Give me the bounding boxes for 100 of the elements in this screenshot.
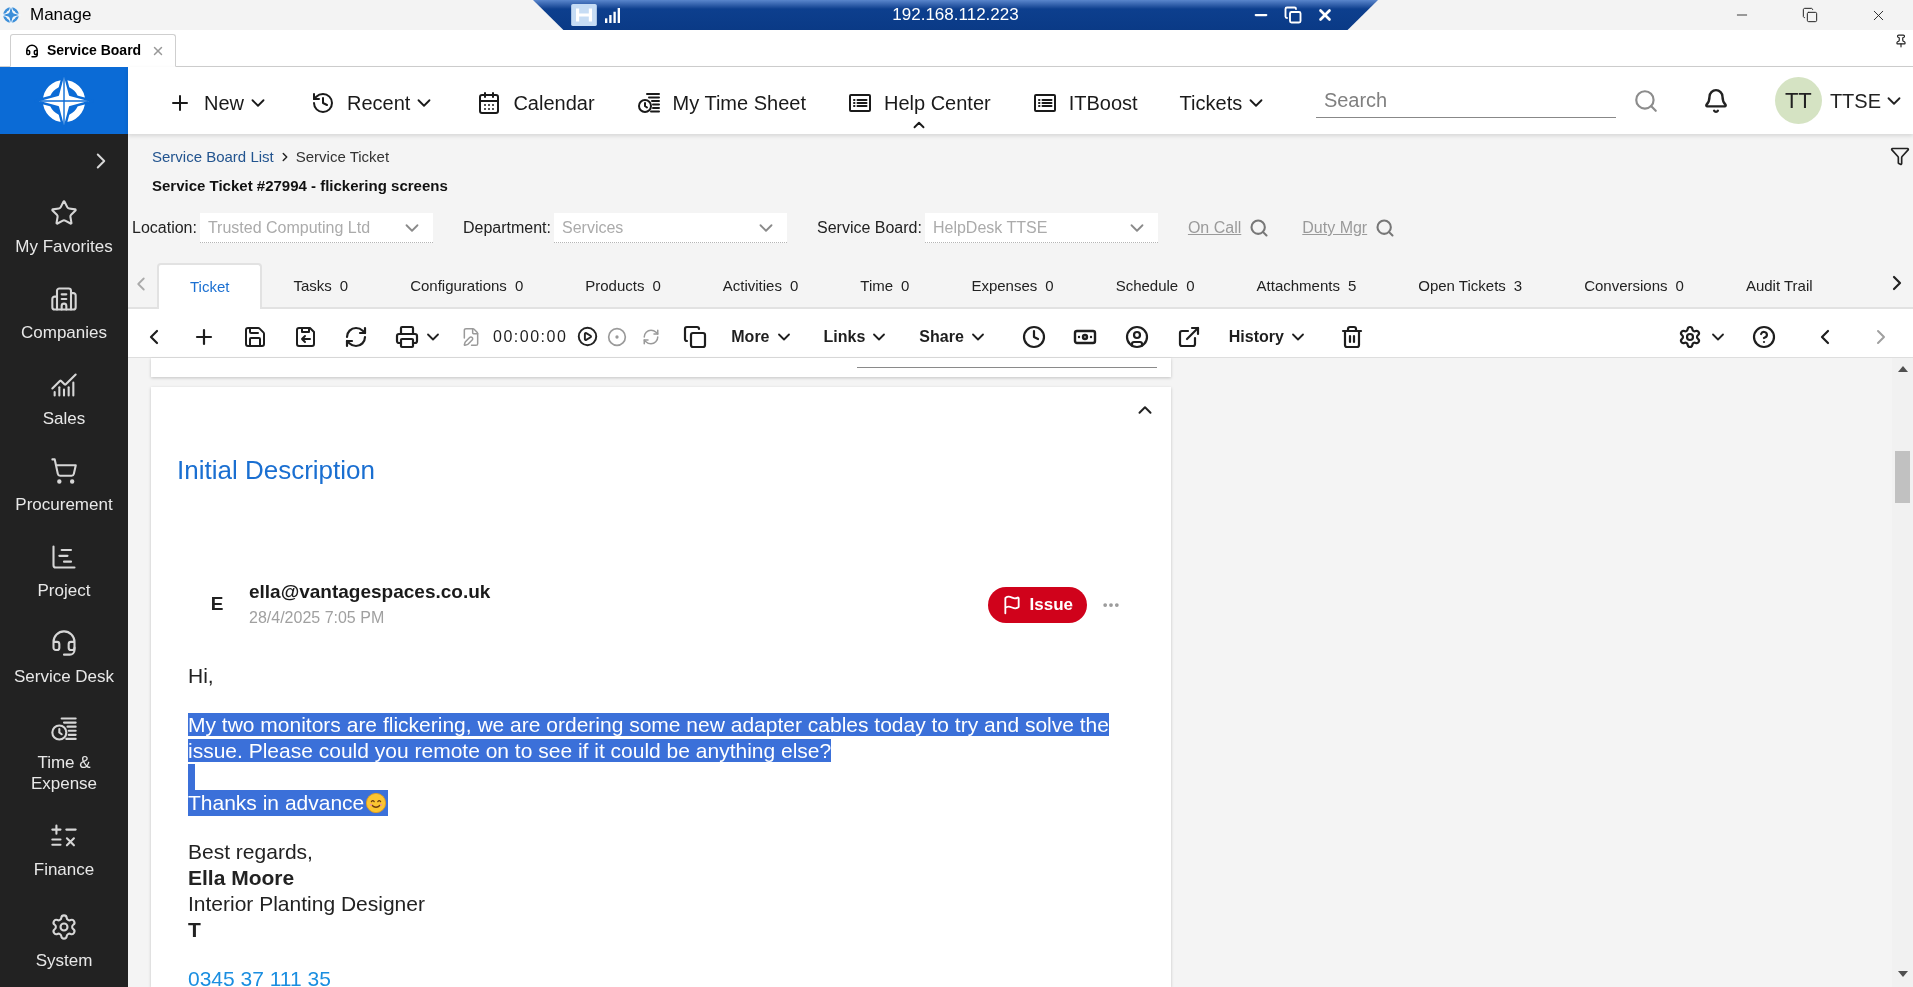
nav-item[interactable]: Recent [311,90,436,115]
sidebar-item[interactable]: Finance [33,822,95,880]
close-icon[interactable] [1316,6,1334,24]
ticket-tab[interactable]: Activities 0 [691,263,830,309]
circle-dot-icon[interactable] [607,326,628,347]
field-label: Department: [462,218,551,238]
dropdown-button[interactable]: History [1228,324,1308,349]
user-menu[interactable]: TTSE [1829,85,1905,116]
copy-icon[interactable] [683,324,708,349]
clock-list-icon [50,715,78,743]
calendar-icon [477,90,502,115]
field-label: Service Board: [817,218,922,238]
dropdown-button[interactable]: More [731,324,794,349]
save-arrow-icon[interactable] [294,324,318,349]
ticket-tab[interactable]: Conversions 0 [1553,263,1715,309]
message-text: issue. Please could you remote on to see if it could be anything else? [188,739,832,762]
remote-address: 192.168.112.223 [892,5,1019,25]
h-tile-icon[interactable] [570,4,598,26]
search-field[interactable]: Search [1315,83,1616,118]
flag-icon [1001,594,1022,615]
scroll-down-icon[interactable] [1897,971,1908,977]
search-icon[interactable] [1375,218,1396,238]
history-icon [311,90,335,115]
breadcrumb-current: Service Ticket [295,146,390,167]
search-icon[interactable] [1249,218,1270,238]
ticket-tab[interactable]: Open Tickets 3 [1387,263,1554,309]
nav-item[interactable]: Calendar [477,90,595,115]
app-tab[interactable]: Service Board [10,34,177,67]
nav-item[interactable]: ITBoost [1032,90,1138,115]
ticket-tab[interactable]: Tasks 0 [262,263,380,309]
section-title: Initial Description [176,454,376,486]
breadcrumb-link[interactable]: Service Board List [152,145,274,169]
sidebar-item[interactable]: Sales [42,371,86,429]
dropdown-button[interactable]: Links [823,324,890,349]
scrollbar-thumb[interactable] [1895,451,1910,503]
message-text: Hi, [188,664,214,687]
message-text: Ella Moore [188,866,295,889]
ticket-tab[interactable]: Schedule 0 [1084,263,1226,309]
sender-email: ella@vantagespaces.co.uk [249,580,491,604]
page-title: Service Ticket #27994 - flickering screens [151,176,449,196]
ticket-tab[interactable]: Configurations 0 [379,263,555,309]
play-icon[interactable] [577,326,599,347]
file-pen-icon[interactable] [461,326,481,347]
message-date: 28/4/2025 7:05 PM [249,608,386,628]
settings-icon [50,913,78,941]
gantt-chart-icon [50,543,78,571]
sidebar-item[interactable]: Service Desk [13,629,115,687]
nav-item[interactable]: New [168,90,269,115]
save-icon[interactable] [243,324,267,349]
nav-item[interactable]: Tickets [1179,90,1268,115]
message-text: Thanks in advance [188,790,365,816]
bar-chart-icon [50,371,78,399]
sidebar-item[interactable]: Companies [21,285,107,343]
search-icon[interactable] [1632,87,1659,114]
external-link-icon[interactable] [1176,324,1201,349]
help-icon[interactable] [1752,324,1776,349]
headset-icon [50,629,78,657]
printer-icon [395,324,419,349]
field-label: Location: [132,218,197,238]
clock-icon[interactable] [1021,324,1046,349]
headset-icon [25,43,39,58]
sidebar-item[interactable]: Time & Expense [8,715,120,794]
tag[interactable]: Issue [987,586,1087,623]
message-text: T [188,918,201,941]
bell-icon[interactable] [1702,87,1729,114]
refresh-icon[interactable] [344,324,368,349]
ticket-tab[interactable]: Ticket [157,263,263,309]
filter-icon[interactable] [1890,146,1910,166]
dropdown-button[interactable]: Share [919,324,988,349]
restore-icon[interactable] [1802,7,1818,23]
sidebar-item[interactable]: My Favorites [15,199,113,257]
window-title: Manage [30,5,92,25]
app-logo[interactable] [0,67,128,134]
pin-icon[interactable] [1894,34,1908,48]
ticket-tab[interactable]: Attachments 5 [1225,263,1388,309]
settings-icon [1678,324,1702,349]
restore-icon[interactable] [1284,6,1302,24]
nav-item[interactable]: Help Center [847,90,991,115]
ticket-tab[interactable]: Products 0 [554,263,692,309]
building-icon [50,285,78,313]
sender-initial: E [209,592,225,617]
timer: 00:00:00 [493,326,568,347]
phone-link[interactable]: 0345 37 111 35 [188,967,331,987]
signal-icon [605,7,620,23]
scroll-up-icon[interactable] [1897,366,1908,372]
message-text: My two monitors are flickering, we are ordering some new adapter cables today to try and solve the [188,713,1109,736]
sidebar-item[interactable]: Project [37,543,91,601]
nav-item[interactable]: My Time Sheet [636,90,806,115]
sidebar-item[interactable]: System [35,913,93,971]
user-circle-icon[interactable] [1124,324,1149,349]
message-text: Interior Planting Designer [188,892,425,915]
trash-icon[interactable] [1339,324,1364,349]
ticket-tab[interactable]: Audit Trail [1714,263,1844,309]
message-text: Best regards, [188,840,313,863]
star-icon [50,199,78,227]
ticket-tab[interactable]: Expenses 0 [940,263,1085,309]
clock-list-icon [636,90,661,115]
ticket-tab[interactable]: Time 0 [829,263,941,309]
sidebar-item[interactable]: Procurement [15,457,113,515]
user-avatar[interactable]: TT [1774,77,1822,124]
